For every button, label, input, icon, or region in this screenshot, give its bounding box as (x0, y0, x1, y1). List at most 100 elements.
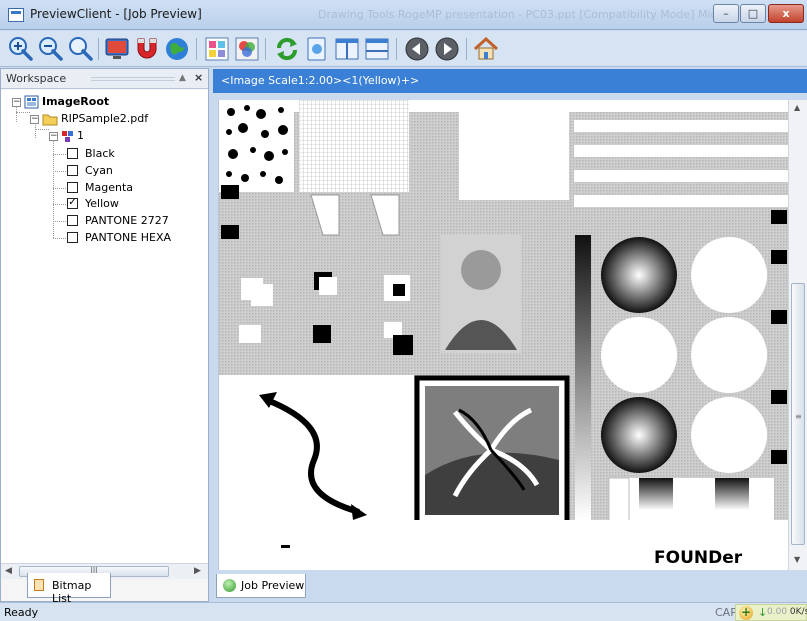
scroll-down-icon[interactable]: ▼ (794, 555, 800, 564)
magnet-icon (137, 38, 157, 59)
color-palette-button[interactable] (233, 35, 261, 63)
tree-line (16, 112, 30, 113)
page-button[interactable] (303, 35, 331, 63)
tab-job-preview-label: Job Preview (241, 579, 305, 592)
checkbox-magenta[interactable] (67, 182, 78, 193)
app-icon (8, 8, 24, 22)
folder-icon (42, 114, 58, 126)
workspace-pin-icon[interactable]: ▲ (179, 73, 186, 83)
monitor-button[interactable] (103, 35, 131, 63)
tab-job-preview[interactable]: Job Preview (216, 574, 306, 598)
tree-label-file: RIPSample2.pdf (61, 112, 149, 125)
globe-icon (166, 38, 188, 60)
tree-line (53, 204, 66, 205)
window-title: PreviewClient - [Job Preview] (30, 7, 202, 21)
tree-line (53, 238, 66, 239)
page-layers-icon (62, 131, 73, 142)
workspace-panel: Workspace ▲ × − ImageRoot − RIPSample2.p… (0, 68, 209, 605)
network-speed-widget[interactable]: + ↓ 0.00 0K/s (735, 604, 807, 621)
network-speed-unit: 0K/s (789, 607, 807, 617)
next-button[interactable] (433, 35, 461, 63)
background-window-title: Drawing Tools RogeMP presentation - PC03… (318, 8, 728, 21)
collapse-icon[interactable]: − (49, 132, 58, 141)
color-grid-icon (205, 37, 229, 61)
home-button[interactable] (472, 35, 500, 63)
split-vertical-icon (335, 38, 359, 60)
status-text: Ready (4, 606, 39, 619)
tree-label-page: 1 (77, 129, 84, 142)
checkbox-pantone-2727[interactable] (67, 215, 78, 226)
home-icon (473, 36, 499, 60)
scroll-right-icon[interactable]: ▶ (194, 566, 201, 576)
split-horizontal-button[interactable] (363, 35, 391, 63)
workspace-tree: − ImageRoot − RIPSample2.pdf − 1 Black C… (1, 90, 208, 570)
globe-button[interactable] (163, 35, 191, 63)
page-icon (307, 37, 326, 61)
scroll-left-icon[interactable]: ◀ (5, 566, 12, 576)
split-horizontal-icon (365, 38, 389, 60)
toolbar-separator (98, 38, 99, 60)
tree-line (53, 154, 66, 155)
separation-label: PANTONE HEXA (85, 231, 172, 244)
status-bar: Ready CAP + ↓ 0.00 0K/s (0, 602, 807, 621)
plus-icon[interactable]: + (739, 606, 753, 620)
magnet-button[interactable] (133, 35, 161, 63)
download-arrow-icon: ↓ (758, 606, 768, 619)
founder-brand-text: FOUNDer (654, 548, 743, 568)
workspace-grip[interactable] (91, 77, 175, 81)
minimize-button[interactable]: – (713, 4, 739, 23)
title-bar: PreviewClient - [Job Preview] Drawing To… (0, 0, 807, 30)
separation-preview-image: FOUNDer (219, 100, 788, 570)
preview-vertical-scrollbar[interactable]: ▲ ≡ ▼ (788, 100, 807, 570)
color-grid-button[interactable] (203, 35, 231, 63)
collapse-icon[interactable]: − (30, 115, 39, 124)
split-vertical-button[interactable] (333, 35, 361, 63)
separation-label: PANTONE 2727 (85, 214, 169, 227)
zoom-in-button[interactable] (6, 35, 34, 63)
zoom-out-icon (39, 37, 63, 61)
refresh-icon (276, 37, 298, 61)
monitor-icon (105, 38, 129, 59)
toolbar-separator (196, 38, 197, 60)
tab-bitmap-list[interactable]: Bitmap List (27, 573, 111, 605)
close-button[interactable]: x (768, 4, 804, 23)
checkbox-pantone-hexa[interactable] (67, 232, 78, 243)
separation-label: Cyan (85, 164, 113, 177)
toolbar-separator (396, 38, 397, 60)
scroll-thumb[interactable]: ≡ (791, 283, 805, 545)
bitmap-list-icon (34, 579, 44, 591)
caps-lock-indicator: CAP (715, 606, 737, 619)
portrait-photo (441, 235, 521, 353)
collapse-icon[interactable]: − (12, 98, 21, 107)
previous-button[interactable] (403, 35, 431, 63)
toolbar-separator (466, 38, 467, 60)
maximize-button[interactable]: □ (740, 4, 766, 23)
separation-label: Magenta (85, 181, 134, 194)
toolbar (0, 31, 807, 67)
checkbox-yellow[interactable]: ✓ (67, 198, 78, 209)
image-root-icon (24, 95, 39, 109)
network-speed: 0.00 0K/s (767, 607, 807, 617)
next-icon (435, 37, 459, 61)
previous-icon (405, 37, 429, 61)
refresh-button[interactable] (273, 35, 301, 63)
checkbox-cyan[interactable] (67, 165, 78, 176)
tree-line (53, 171, 66, 172)
separation-label: Black (85, 147, 115, 160)
preview-path-bar: <Image Scale1:2.00><1(Yellow)+> (213, 69, 807, 93)
scroll-up-icon[interactable]: ▲ (794, 103, 800, 112)
separation-label: Yellow (85, 197, 119, 210)
zoom-fit-icon (69, 37, 93, 61)
color-palette-icon (235, 37, 259, 61)
workspace-close-icon[interactable]: × (194, 71, 203, 84)
workspace-title: Workspace (6, 72, 67, 85)
preview-path: <Image Scale1:2.00><1(Yellow)+> (221, 74, 420, 87)
zoom-in-icon (9, 37, 33, 61)
preview-canvas[interactable]: FOUNDer (218, 100, 788, 570)
tree-line (35, 129, 49, 130)
checkbox-black[interactable] (67, 148, 78, 159)
zoom-out-button[interactable] (36, 35, 64, 63)
zoom-fit-button[interactable] (66, 35, 94, 63)
workspace-header: Workspace ▲ × (1, 69, 208, 89)
tree-line (53, 188, 66, 189)
